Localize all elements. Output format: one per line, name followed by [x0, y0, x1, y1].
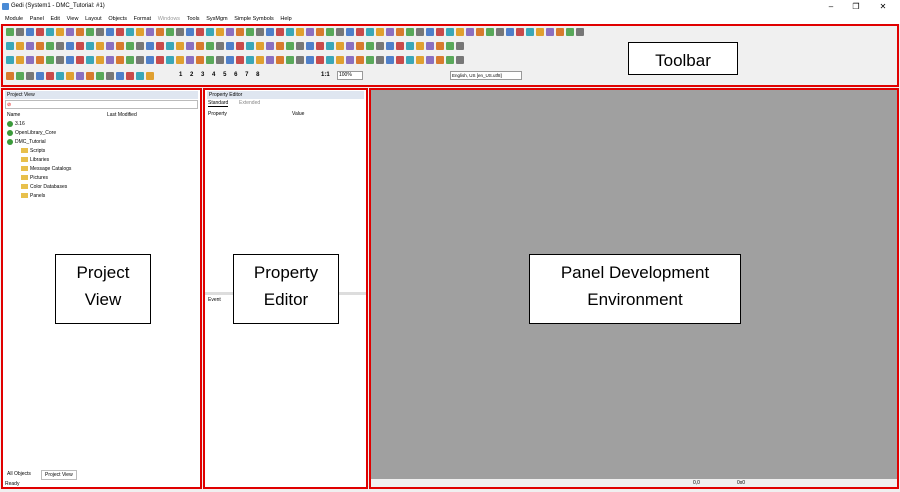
annotation-line: Property	[253, 263, 319, 282]
tree-item[interactable]: OpenLibrary_Core	[7, 129, 56, 138]
event-label: Event	[208, 297, 221, 303]
tree-item-label: OpenLibrary_Core	[15, 130, 57, 136]
pde-status-bar: 0,0 0x0	[371, 479, 897, 487]
column-value: Value	[292, 111, 305, 117]
toolbar-annotation: Toolbar	[628, 42, 738, 75]
menu-simple-symbols[interactable]: Simple Symbols	[234, 14, 273, 24]
menu-layout[interactable]: Layout	[85, 14, 102, 24]
menu-help[interactable]: Help	[280, 14, 291, 24]
tree-item-label: Pictures	[30, 175, 49, 181]
project-view-header: Project View	[5, 91, 198, 99]
project-filter-field[interactable]: ⊘	[5, 100, 198, 109]
project-icon	[7, 120, 13, 127]
project-icon	[7, 129, 13, 136]
maximize-button[interactable]: ❐	[845, 1, 867, 13]
column-property: Property	[208, 111, 227, 117]
folder-icon	[21, 166, 28, 172]
annotation-line: Environment	[587, 290, 683, 309]
tree-item-label: Color Databases	[30, 184, 68, 190]
property-editor-panel: Property Editor Standard Extended Proper…	[203, 88, 368, 489]
status-size: 0x0	[737, 480, 746, 486]
status-ready: Ready	[5, 481, 20, 487]
title-bar: Gedi (System1 - DMC_Tutorial: #1) – ❐ ✕	[0, 0, 900, 14]
property-editor-header: Property Editor	[207, 91, 364, 99]
tab-extended[interactable]: Extended	[239, 100, 260, 106]
panel-development-environment[interactable]: Panel Development Environment 0,0 0x0	[369, 88, 899, 489]
tree-item[interactable]: Pictures	[21, 174, 48, 183]
column-name[interactable]: Name	[7, 112, 20, 118]
tree-item[interactable]: Libraries	[21, 156, 49, 165]
pde-annotation: Panel Development Environment	[529, 254, 741, 324]
tree-item[interactable]: Message Catalogs	[21, 165, 71, 174]
menu-format[interactable]: Format	[134, 14, 151, 24]
annotation-line: View	[84, 290, 122, 309]
close-button[interactable]: ✕	[872, 1, 894, 13]
project-view-annotation: Project View	[55, 254, 151, 324]
menu-sysmgm[interactable]: SysMgm	[206, 14, 227, 24]
menu-bar: Module Panel Edit View Layout Objects Fo…	[0, 14, 900, 24]
menu-panel[interactable]: Panel	[30, 14, 44, 24]
menu-windows[interactable]: Windows	[158, 14, 180, 24]
property-editor-annotation: Property Editor	[233, 254, 339, 324]
project-tabs: All Objects Project View	[5, 470, 200, 480]
menu-objects[interactable]: Objects	[108, 14, 127, 24]
tree-item-label: Message Catalogs	[30, 166, 72, 172]
column-last-modified[interactable]: Last Modified	[107, 112, 137, 118]
annotation-line: Editor	[263, 290, 309, 309]
menu-view[interactable]: View	[67, 14, 79, 24]
tree-item[interactable]: Color Databases	[21, 183, 67, 192]
folder-icon	[21, 157, 28, 163]
annotation-line: Project	[76, 263, 130, 282]
folder-icon	[21, 184, 28, 190]
tree-item-label: Libraries	[30, 157, 50, 163]
folder-icon	[21, 175, 28, 181]
menu-tools[interactable]: Tools	[187, 14, 200, 24]
menu-edit[interactable]: Edit	[50, 14, 59, 24]
tree-item[interactable]: Panels	[21, 192, 45, 201]
tree-item-label: DMC_Tutorial	[15, 139, 46, 145]
status-coords: 0,0	[693, 480, 700, 486]
tab-project-view[interactable]: Project View	[41, 470, 77, 480]
tab-all-objects[interactable]: All Objects	[7, 471, 31, 477]
toolbar-highlight-frame	[1, 24, 899, 87]
project-icon	[7, 138, 13, 145]
folder-icon	[21, 193, 28, 199]
tree-item-label: Scripts	[30, 148, 46, 154]
tree-item[interactable]: Scripts	[21, 147, 45, 156]
tree-item[interactable]: DMC_Tutorial	[7, 138, 46, 147]
folder-icon	[21, 148, 28, 154]
tab-standard[interactable]: Standard	[208, 100, 229, 107]
minimize-button[interactable]: –	[820, 1, 842, 13]
app-icon	[2, 3, 9, 10]
filter-icon: ⊘	[7, 102, 12, 108]
tree-item-label: Panels	[30, 193, 46, 199]
tree-item-label: 3.16	[15, 121, 25, 127]
window-title: Gedi (System1 - DMC_Tutorial: #1)	[11, 3, 105, 9]
annotation-line: Panel Development	[560, 263, 710, 282]
menu-module[interactable]: Module	[5, 14, 23, 24]
project-view-panel: Project View ⊘ Name Last Modified 3.16 Op…	[1, 88, 202, 489]
tree-item[interactable]: 3.16	[7, 120, 25, 129]
